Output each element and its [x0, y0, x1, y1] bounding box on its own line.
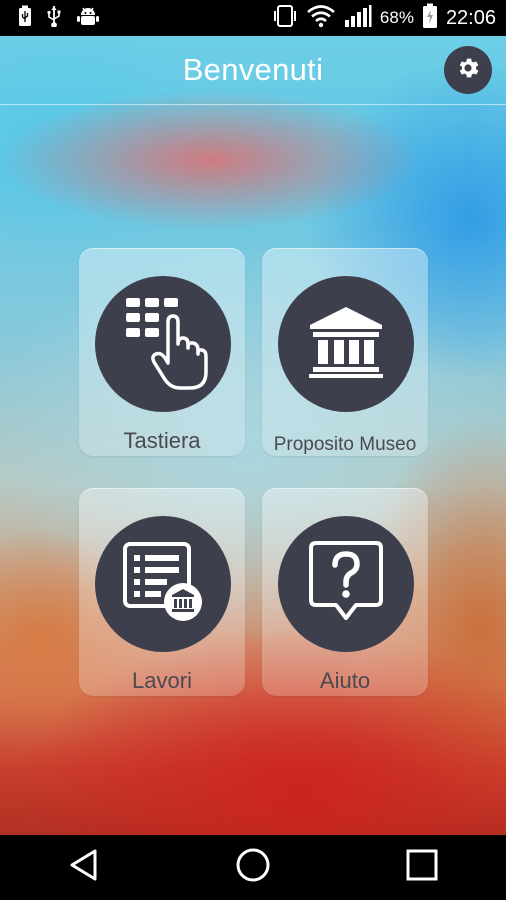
tile-label: Proposito Museo	[273, 434, 417, 455]
usb-charging-icon	[18, 5, 32, 32]
vibrate-icon	[272, 4, 298, 33]
tile-aiuto[interactable]: Aiuto	[262, 488, 428, 696]
back-icon	[67, 848, 101, 887]
tile-proposito-museo[interactable]: Proposito Museo	[262, 248, 428, 456]
tile-lavori[interactable]: Lavori	[79, 488, 245, 696]
list-museum-icon	[121, 540, 205, 629]
keypad-circle	[95, 276, 231, 412]
usb-icon	[46, 5, 62, 32]
back-button[interactable]	[54, 838, 114, 898]
tile-label: Tastiera	[123, 428, 201, 453]
clock: 22:06	[445, 6, 496, 29]
tile-tastiera[interactable]: Tastiera	[79, 248, 245, 456]
aiuto-circle	[278, 516, 414, 652]
help-bubble-icon	[308, 540, 384, 629]
signal-icon	[344, 4, 372, 33]
battery-percent: 68%	[379, 8, 414, 27]
keypad-hand-icon	[118, 292, 208, 397]
tile-label: Aiuto	[319, 668, 371, 693]
recents-button[interactable]	[392, 838, 452, 898]
battery-icon	[422, 3, 438, 34]
recents-icon	[405, 848, 439, 887]
gear-icon	[455, 55, 481, 86]
blurred-wallpaper	[0, 0, 506, 835]
lavori-circle	[95, 516, 231, 652]
app-bar: Benvenuti	[0, 36, 506, 105]
museum-icon	[308, 305, 384, 384]
settings-button[interactable]	[444, 46, 492, 94]
tile-label: Lavori	[132, 668, 192, 693]
home-button[interactable]	[223, 838, 283, 898]
page-title: Benvenuti	[182, 52, 324, 87]
home-icon	[235, 847, 271, 888]
wifi-icon	[306, 4, 336, 33]
navigation-bar	[0, 835, 506, 900]
screen: 68% 22:06 Benvenuti Tastiera Proposito M…	[0, 0, 506, 900]
status-bar: 68% 22:06	[0, 0, 506, 36]
android-debug-icon	[76, 5, 100, 32]
museum-circle	[278, 276, 414, 412]
